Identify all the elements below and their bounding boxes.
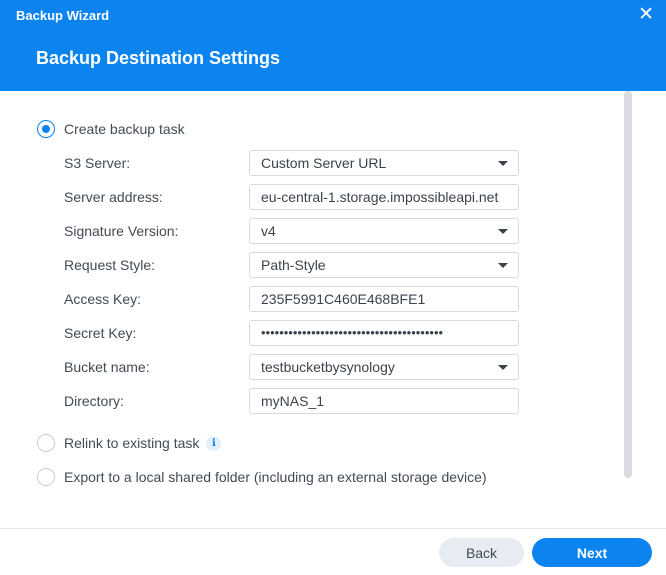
s3-server-select[interactable]: Custom Server URL xyxy=(249,150,519,176)
close-icon[interactable]: ✕ xyxy=(638,4,654,26)
export-local-label: Export to a local shared folder (includi… xyxy=(64,469,487,485)
step-title: Backup Destination Settings xyxy=(36,48,281,68)
signature-version-select[interactable]: v4 xyxy=(249,218,519,244)
next-button[interactable]: Next xyxy=(532,538,652,567)
relink-task-radio[interactable] xyxy=(37,434,55,452)
create-backup-task-label: Create backup task xyxy=(64,121,185,137)
server-address-input[interactable]: eu-central-1.storage.impossibleapi.net xyxy=(249,184,519,210)
signature-version-value: v4 xyxy=(261,223,276,239)
chevron-down-icon xyxy=(498,263,508,268)
window-title: Backup Wizard xyxy=(16,8,110,23)
bucket-name-value: testbucketbysynology xyxy=(261,359,395,375)
create-backup-task-option[interactable]: Create backup task xyxy=(37,119,185,139)
export-local-radio[interactable] xyxy=(37,468,55,486)
export-local-option[interactable]: Export to a local shared folder (includi… xyxy=(37,467,487,487)
request-style-label: Request Style: xyxy=(64,257,156,273)
access-key-label: Access Key: xyxy=(64,291,142,307)
access-key-input[interactable]: 235F5991C460E468BFE1 xyxy=(249,286,519,312)
chevron-down-icon xyxy=(498,229,508,234)
request-style-value: Path-Style xyxy=(261,257,326,273)
server-address-value: eu-central-1.storage.impossibleapi.net xyxy=(261,189,499,205)
scrollbar[interactable] xyxy=(624,91,632,478)
wizard-header: Backup Wizard ✕ Backup Destination Setti… xyxy=(0,0,666,91)
signature-version-label: Signature Version: xyxy=(64,223,179,239)
directory-value: myNAS_1 xyxy=(261,393,325,409)
s3-server-value: Custom Server URL xyxy=(261,155,387,171)
chevron-down-icon xyxy=(498,161,508,166)
access-key-value: 235F5991C460E468BFE1 xyxy=(261,291,426,307)
chevron-down-icon xyxy=(498,365,508,370)
directory-label: Directory: xyxy=(64,393,124,409)
server-address-label: Server address: xyxy=(64,189,163,205)
info-icon[interactable]: i xyxy=(206,435,222,451)
back-button[interactable]: Back xyxy=(439,538,524,567)
bucket-name-label: Bucket name: xyxy=(64,359,150,375)
s3-server-label: S3 Server: xyxy=(64,155,131,171)
secret-key-label: Secret Key: xyxy=(64,325,137,341)
footer-divider xyxy=(0,528,666,529)
directory-input[interactable]: myNAS_1 xyxy=(249,388,519,414)
bucket-name-select[interactable]: testbucketbysynology xyxy=(249,354,519,380)
secret-key-value: •••••••••••••••••••••••••••••••••••••••• xyxy=(261,325,444,340)
create-backup-task-radio[interactable] xyxy=(37,120,55,138)
relink-task-label: Relink to existing task xyxy=(64,435,200,451)
relink-task-option[interactable]: Relink to existing task i xyxy=(37,433,222,453)
request-style-select[interactable]: Path-Style xyxy=(249,252,519,278)
secret-key-input[interactable]: •••••••••••••••••••••••••••••••••••••••• xyxy=(249,320,519,346)
